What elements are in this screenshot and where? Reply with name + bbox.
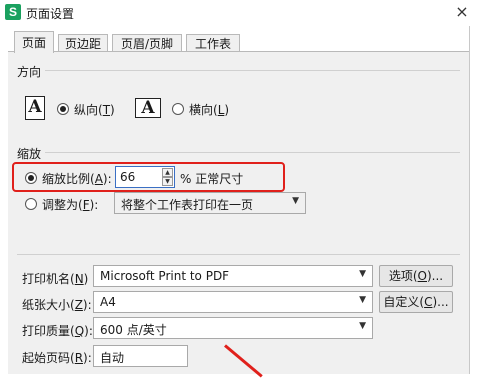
section-divider xyxy=(45,70,460,71)
scale-label-suffix: ): xyxy=(102,172,112,186)
portrait-accesskey: T xyxy=(102,103,111,117)
tab-label: 页面 xyxy=(21,36,46,50)
tab-label: 页边距 xyxy=(64,37,101,51)
dialog-title: 页面设置 xyxy=(26,7,75,21)
paper-size-label-text: 纸张大小( xyxy=(22,298,75,312)
scale-label-text: 缩放比例( xyxy=(42,172,95,186)
scale-stepper[interactable]: 66 ▲ ▼ xyxy=(115,166,175,188)
paper-size-accesskey: Z xyxy=(74,298,83,312)
first-page-label-suffix: ): xyxy=(83,351,92,365)
app-icon: S xyxy=(5,4,21,20)
paper-size-label: 纸张大小(Z): xyxy=(22,296,92,313)
portrait-radio[interactable] xyxy=(57,103,69,115)
first-page-value[interactable]: 自动 xyxy=(100,349,124,366)
paper-size-select[interactable]: A4 ▼ xyxy=(93,291,373,313)
close-icon[interactable]: × xyxy=(452,2,472,22)
first-page-input[interactable]: 自动 xyxy=(93,345,188,367)
fit-accesskey: F xyxy=(82,198,90,212)
tab-margins[interactable]: 页边距 xyxy=(58,34,108,52)
landscape-label-suffix: ) xyxy=(224,103,230,117)
fit-radio[interactable] xyxy=(25,198,37,210)
tab-label: 页眉/页脚 xyxy=(120,37,174,51)
options-accesskey: O xyxy=(417,269,427,283)
dropdown-arrow-icon: ▼ xyxy=(359,295,366,305)
fit-label[interactable]: 调整为(F): xyxy=(42,196,98,213)
dropdown-arrow-icon: ▼ xyxy=(292,196,299,206)
tab-divider xyxy=(8,51,470,52)
portrait-label[interactable]: 纵向(T) xyxy=(74,101,115,118)
tab-page[interactable]: 页面 xyxy=(14,31,54,53)
dialog-right-border xyxy=(469,26,470,374)
portrait-label-suffix: ) xyxy=(110,103,115,117)
tab-header-footer[interactable]: 页眉/页脚 xyxy=(112,34,182,52)
landscape-radio[interactable] xyxy=(172,103,184,115)
printer-options-button[interactable]: 选项(O)... xyxy=(379,265,453,287)
landscape-label-text: 横向( xyxy=(189,103,218,117)
print-quality-select[interactable]: 600 点/英寸 ▼ xyxy=(93,317,373,339)
printer-name-value: Microsoft Print to PDF xyxy=(100,269,230,283)
custom-button-suffix: )... xyxy=(432,295,449,309)
options-button-text: 选项( xyxy=(388,269,418,283)
options-button-suffix: )... xyxy=(427,269,444,283)
scaling-section-label: 缩放 xyxy=(17,147,42,161)
printer-name-label-text: 打印机名( xyxy=(22,272,75,286)
first-page-label-text: 起始页码( xyxy=(22,351,75,365)
fit-label-text: 调整为( xyxy=(42,198,83,212)
paper-size-label-suffix: ): xyxy=(82,298,92,312)
fit-option-value: 将整个工作表打印在一页 xyxy=(121,198,254,212)
dropdown-arrow-icon: ▼ xyxy=(359,269,366,279)
first-page-label: 起始页码(R): xyxy=(22,349,92,366)
title-bar: S 页面设置 × xyxy=(0,0,478,26)
printer-name-accesskey: N xyxy=(74,272,84,286)
scale-accesskey: A xyxy=(94,172,103,186)
section-divider xyxy=(17,254,460,255)
scale-label[interactable]: 缩放比例(A): xyxy=(42,170,112,187)
landscape-label[interactable]: 横向(L) xyxy=(189,101,229,118)
custom-button-text: 自定义( xyxy=(383,295,425,309)
scale-radio[interactable] xyxy=(25,172,37,184)
tab-sheet[interactable]: 工作表 xyxy=(186,34,240,52)
orientation-section-label: 方向 xyxy=(17,65,42,79)
print-quality-label-text: 打印质量( xyxy=(22,324,75,338)
scale-unit-text: % 正常尺寸 xyxy=(180,172,244,186)
spin-down-icon[interactable]: ▼ xyxy=(162,177,173,186)
print-quality-label-suffix: ): xyxy=(84,324,93,338)
printer-name-label: 打印机名(N) xyxy=(22,270,88,287)
first-page-accesskey: R xyxy=(74,351,84,365)
dropdown-arrow-icon: ▼ xyxy=(359,321,366,331)
landscape-page-icon: A xyxy=(135,98,161,118)
spin-up-icon[interactable]: ▲ xyxy=(162,168,173,177)
print-quality-label: 打印质量(Q): xyxy=(22,322,93,339)
print-quality-value: 600 点/英寸 xyxy=(100,323,167,337)
custom-size-button[interactable]: 自定义(C)... xyxy=(379,291,453,313)
fit-label-suffix: ): xyxy=(89,198,99,212)
print-quality-accesskey: Q xyxy=(74,324,85,338)
section-divider xyxy=(45,152,460,153)
paper-size-value: A4 xyxy=(100,295,116,309)
scale-value[interactable]: 66 xyxy=(120,170,135,184)
portrait-label-text: 纵向( xyxy=(74,103,103,117)
tab-label: 工作表 xyxy=(194,37,231,51)
printer-name-label-suffix: ) xyxy=(83,272,89,286)
fit-option-select[interactable]: 将整个工作表打印在一页 ▼ xyxy=(114,192,306,214)
portrait-page-icon: A xyxy=(25,96,45,120)
printer-name-select[interactable]: Microsoft Print to PDF ▼ xyxy=(93,265,373,287)
